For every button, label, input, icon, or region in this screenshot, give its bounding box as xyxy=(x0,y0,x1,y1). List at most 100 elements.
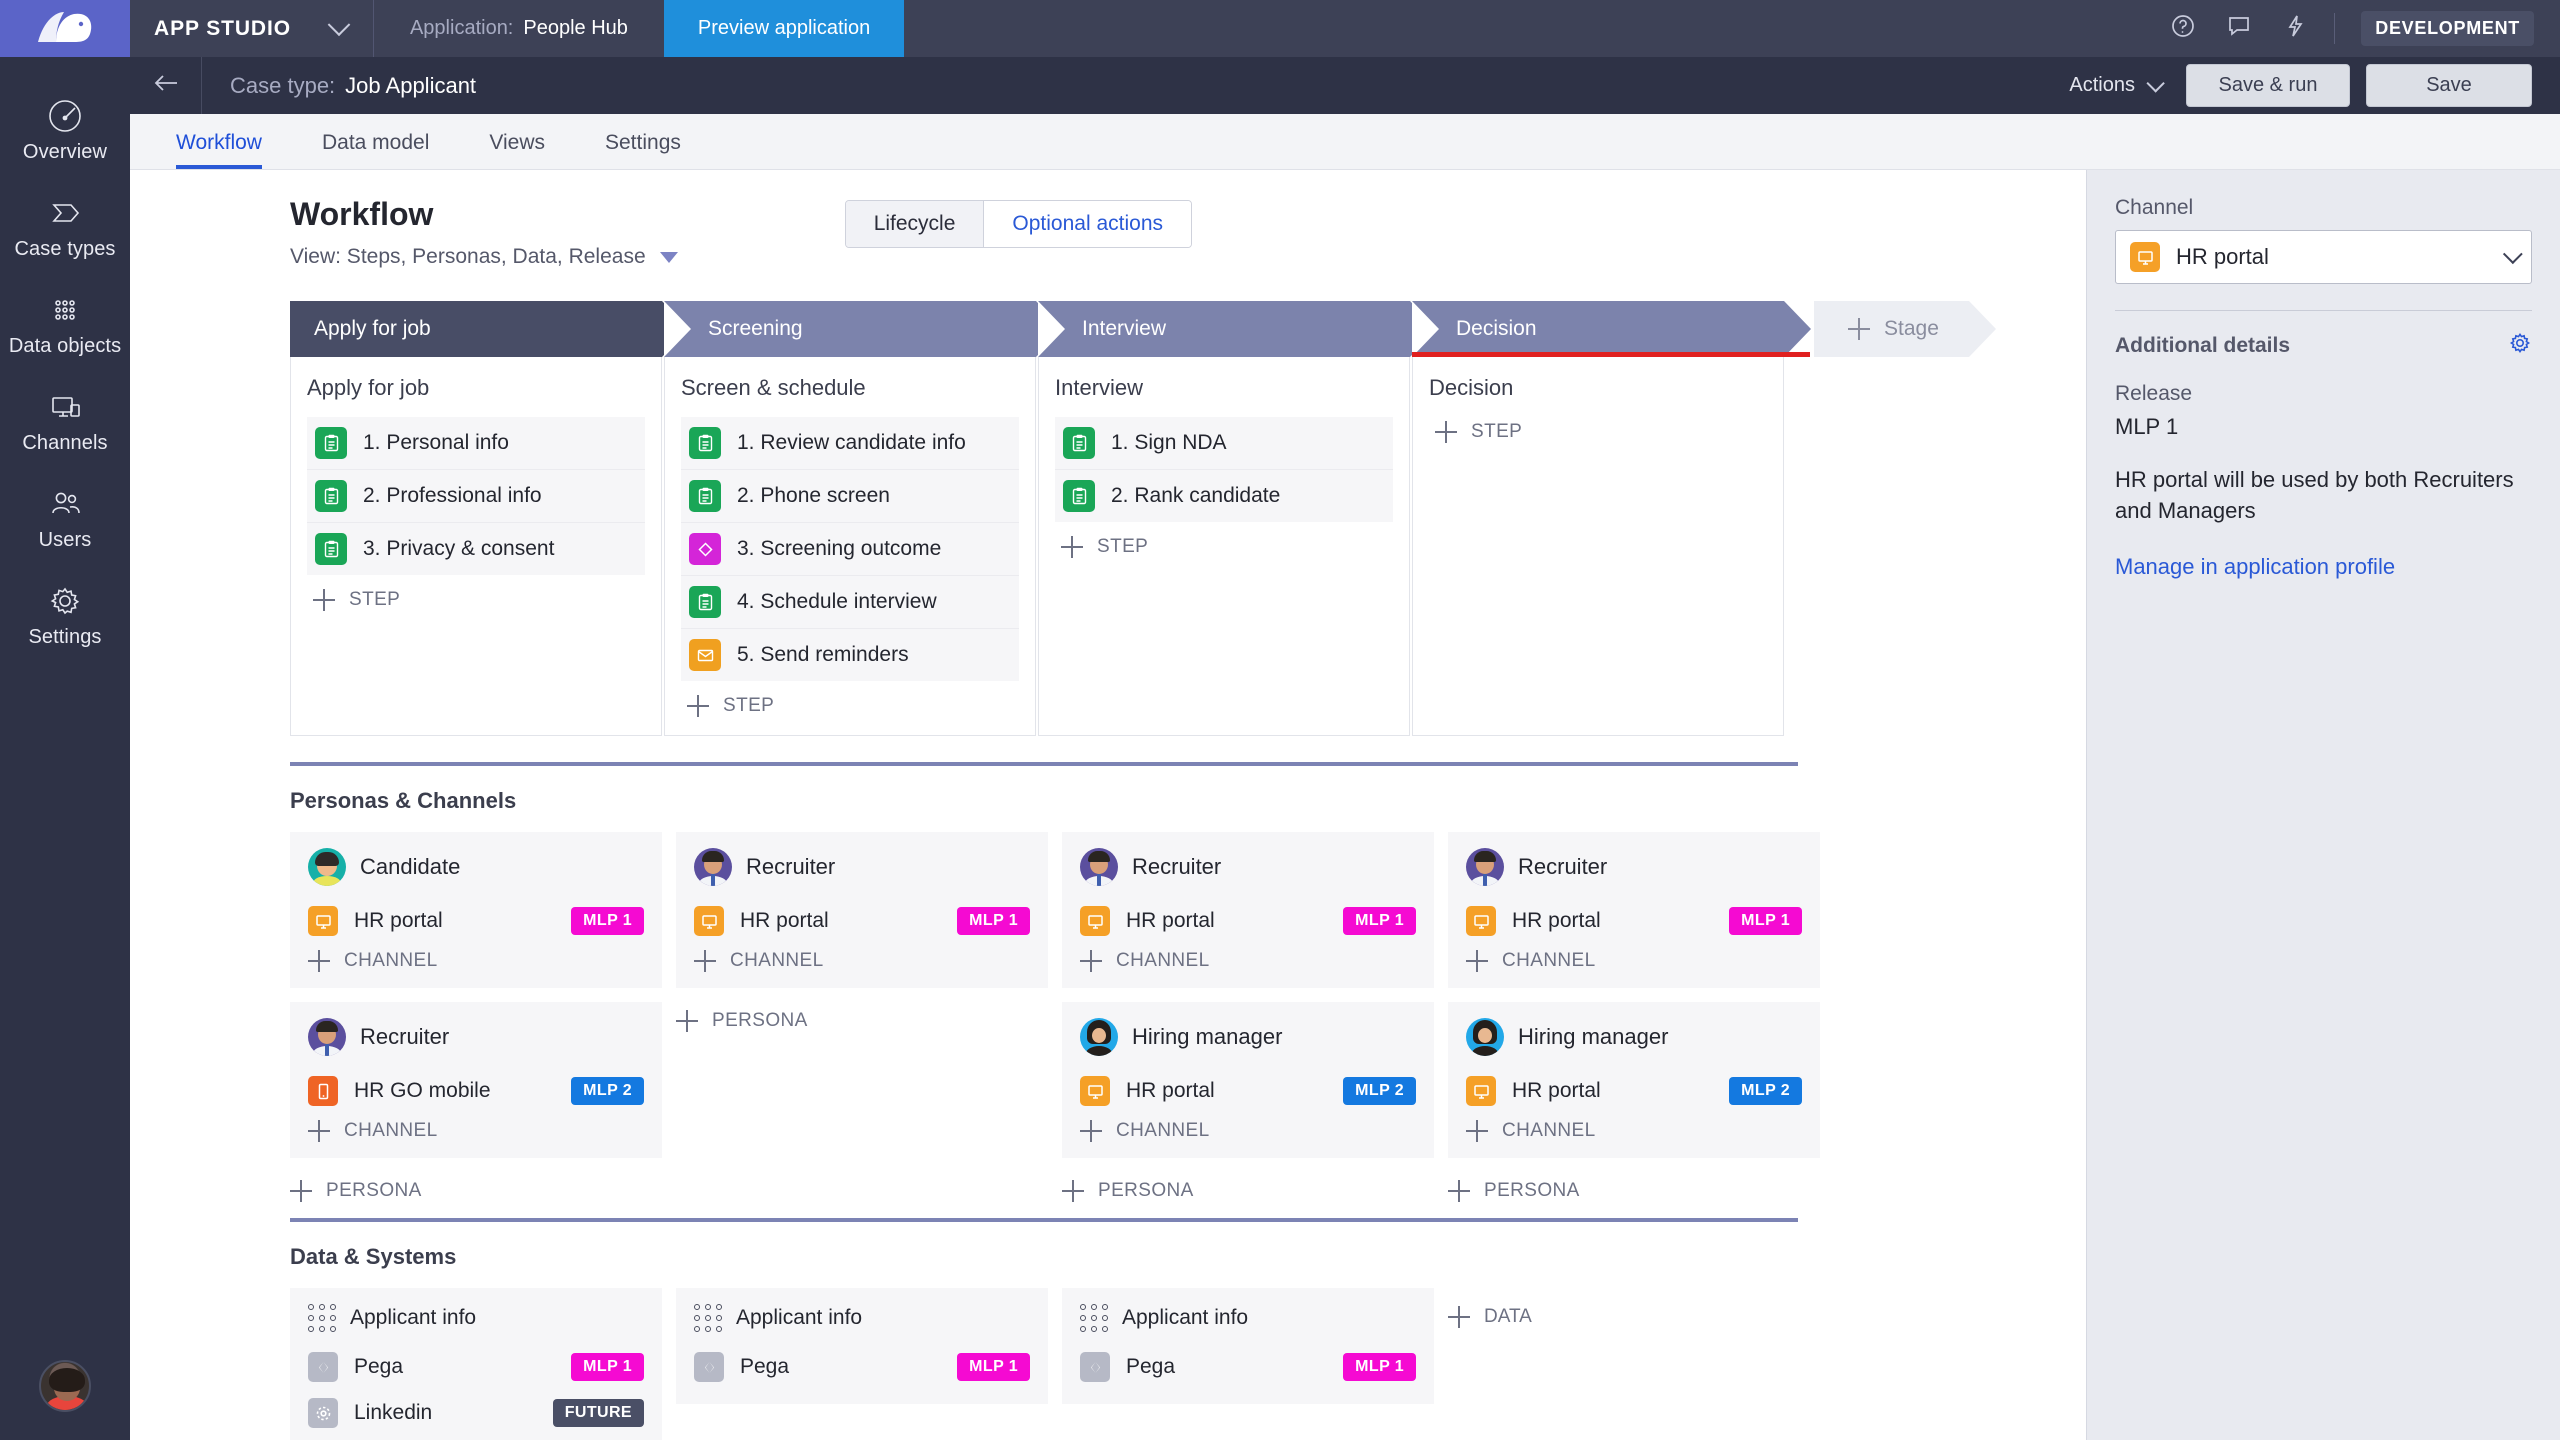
stage-interview[interactable]: Interview xyxy=(1038,301,1437,357)
add-step-button[interactable]: STEP xyxy=(681,681,1019,725)
feedback-icon[interactable] xyxy=(2226,13,2252,44)
add-channel-button[interactable]: CHANNEL xyxy=(1080,1116,1416,1144)
add-step-button[interactable]: STEP xyxy=(307,575,645,619)
step-item[interactable]: 1. Personal info xyxy=(307,417,645,470)
body: Workflow View: Steps, Personas, Data, Re… xyxy=(130,170,2560,1440)
step-item[interactable]: 2. Phone screen xyxy=(681,470,1019,523)
add-channel-button[interactable]: CHANNEL xyxy=(1466,1116,1802,1144)
preview-application-button[interactable]: Preview application xyxy=(663,0,905,57)
tab-lifecycle[interactable]: Lifecycle xyxy=(845,201,984,247)
tab-data-model[interactable]: Data model xyxy=(322,131,429,169)
channel-row[interactable]: HR portal MLP 2 xyxy=(1080,1070,1416,1116)
add-channel-button[interactable]: CHANNEL xyxy=(1080,946,1416,974)
tab-workflow[interactable]: Workflow xyxy=(176,131,262,169)
system-row[interactable]: Linkedin FUTURE xyxy=(308,1392,644,1438)
system-row[interactable]: Pega MLP 1 xyxy=(694,1346,1030,1392)
channel-description: HR portal will be used by both Recruiter… xyxy=(2115,467,2514,524)
sidebar-item-overview[interactable]: Overview xyxy=(0,81,130,178)
step-item[interactable]: 1. Sign NDA xyxy=(1055,417,1393,470)
persona-column: Recruiter HR portal MLP 1 xyxy=(1062,832,1434,1212)
stage-screening[interactable]: Screening xyxy=(664,301,1063,357)
sidebar-item-users[interactable]: Users xyxy=(0,469,130,566)
persona-header: Hiring manager xyxy=(1466,1018,1802,1056)
add-persona-button[interactable]: PERSONA xyxy=(290,1172,662,1212)
channel-name: HR portal xyxy=(1512,909,1601,932)
plus-icon xyxy=(1466,1120,1488,1142)
channel-row[interactable]: HR portal MLP 1 xyxy=(308,900,644,946)
stage-decision[interactable]: Decision xyxy=(1412,301,1811,357)
step-item[interactable]: 3. Privacy & consent xyxy=(307,523,645,575)
add-data-button[interactable]: DATA xyxy=(1448,1288,1532,1328)
workflow-header: Workflow View: Steps, Personas, Data, Re… xyxy=(290,196,2086,269)
chevron-down-icon xyxy=(2146,74,2165,93)
step-item[interactable]: 3. Screening outcome xyxy=(681,523,1019,576)
actions-menu[interactable]: Actions xyxy=(2069,74,2165,97)
release-badge: FUTURE xyxy=(552,1399,644,1427)
save-button[interactable]: Save xyxy=(2366,64,2532,107)
channel-row[interactable]: HR portal MLP 1 xyxy=(1466,900,1802,946)
add-persona-button[interactable]: PERSONA xyxy=(1062,1172,1434,1212)
channel-row[interactable]: HR portal MLP 2 xyxy=(1466,1070,1802,1116)
add-persona-button[interactable]: PERSONA xyxy=(676,1002,1048,1042)
add-step-button[interactable]: STEP xyxy=(1055,522,1393,566)
manage-in-application-profile-link[interactable]: Manage in application profile xyxy=(2115,554,2532,580)
sidebar-item-settings[interactable]: Settings xyxy=(0,566,130,663)
add-channel-button[interactable]: CHANNEL xyxy=(308,1116,644,1144)
add-persona-button[interactable]: PERSONA xyxy=(1448,1172,1820,1212)
step-label: 1. Personal info xyxy=(363,431,509,454)
view-selector[interactable]: View: Steps, Personas, Data, Release xyxy=(290,245,678,269)
add-channel-button[interactable]: CHANNEL xyxy=(694,946,1030,974)
gear-icon[interactable] xyxy=(2508,331,2532,360)
step-column-apply-for-job: Apply for job 1. Personal info 2. Profes… xyxy=(290,357,662,736)
manager-avatar xyxy=(1466,1018,1504,1056)
persona-name: Hiring manager xyxy=(1518,1024,1669,1049)
channel-row[interactable]: HR portal MLP 1 xyxy=(694,900,1030,946)
data-card-header: Applicant info xyxy=(308,1304,644,1332)
lightning-icon[interactable] xyxy=(2282,13,2308,44)
channel-row[interactable]: HR GO mobile MLP 2 xyxy=(308,1070,644,1116)
add-channel-button[interactable]: CHANNEL xyxy=(308,946,644,974)
channel-select[interactable]: HR portal xyxy=(2115,230,2532,284)
plus-icon xyxy=(308,1120,330,1142)
sidebar-item-channels[interactable]: Channels xyxy=(0,372,130,469)
channel-name: HR portal xyxy=(740,909,829,932)
sidebar-label-data-objects: Data objects xyxy=(8,335,122,357)
stage-apply-for-job[interactable]: Apply for job xyxy=(290,301,689,357)
user-avatar[interactable] xyxy=(39,1360,91,1412)
data-section-heading: Data & Systems xyxy=(290,1244,457,1269)
add-stage-button[interactable]: Stage xyxy=(1814,301,1996,357)
tab-settings[interactable]: Settings xyxy=(605,131,681,169)
add-stage-label: Stage xyxy=(1884,317,1939,340)
app-studio-menu[interactable]: APP STUDIO xyxy=(130,0,374,57)
step-item[interactable]: 1. Review candidate info xyxy=(681,417,1019,470)
back-button[interactable] xyxy=(130,57,202,114)
add-step-button[interactable]: STEP xyxy=(1429,417,1767,451)
system-row[interactable]: Pega MLP 1 xyxy=(1080,1346,1416,1392)
channel-name: HR GO mobile xyxy=(354,1079,491,1102)
tab-optional-actions[interactable]: Optional actions xyxy=(983,201,1191,247)
add-step-label: STEP xyxy=(723,695,775,716)
lifecycle-toggle: Lifecycle Optional actions xyxy=(844,200,1192,248)
step-item[interactable]: 2. Rank candidate xyxy=(1055,470,1393,522)
caret-down-icon xyxy=(659,251,678,263)
step-item[interactable]: 2. Professional info xyxy=(307,470,645,523)
sidebar-item-case-types[interactable]: Case types xyxy=(0,178,130,275)
persona-name: Recruiter xyxy=(1132,854,1222,879)
save-and-run-button[interactable]: Save & run xyxy=(2186,64,2350,107)
app-studio-label: APP STUDIO xyxy=(154,16,291,40)
monitor-mobile-icon xyxy=(4,388,126,428)
add-channel-button[interactable]: CHANNEL xyxy=(1466,946,1802,974)
pega-logo-icon[interactable] xyxy=(0,0,130,57)
sidebar-item-data-objects[interactable]: Data objects xyxy=(0,275,130,372)
stage-label: Interview xyxy=(1082,317,1167,340)
step-item[interactable]: 4. Schedule interview xyxy=(681,576,1019,629)
persona-header: Candidate xyxy=(308,848,644,886)
gear-icon xyxy=(4,582,126,622)
channel-row[interactable]: HR portal MLP 1 xyxy=(1080,900,1416,946)
tab-views[interactable]: Views xyxy=(489,131,545,169)
step-item[interactable]: 5. Send reminders xyxy=(681,629,1019,681)
help-icon[interactable] xyxy=(2170,13,2196,44)
channel-select-value: HR portal xyxy=(2176,244,2269,269)
system-row[interactable]: Pega MLP 1 xyxy=(308,1346,644,1392)
clipboard-icon xyxy=(689,480,721,512)
